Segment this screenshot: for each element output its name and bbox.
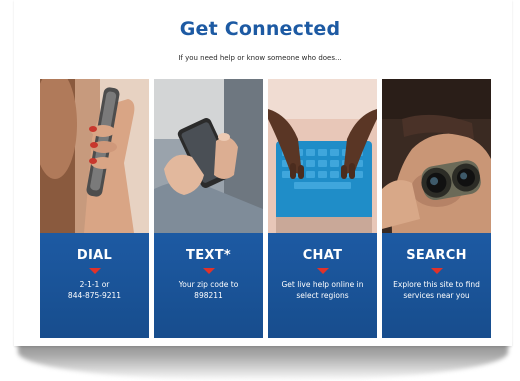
text-info: TEXT* Your zip code to 898211 bbox=[154, 233, 263, 338]
search-info: SEARCH Explore this site to find service… bbox=[382, 233, 491, 338]
triangle-down-icon bbox=[89, 268, 101, 274]
card-desc-line1: 2-1-1 or bbox=[79, 280, 110, 289]
page-subtitle: If you need help or know someone who doe… bbox=[178, 54, 342, 62]
dial-photo bbox=[40, 79, 149, 233]
triangle-down-icon bbox=[317, 268, 329, 274]
card-description: Your zip code to 898211 bbox=[158, 279, 259, 301]
chat-info: CHAT Get live help online in select regi… bbox=[268, 233, 377, 338]
text-photo bbox=[154, 79, 263, 233]
triangle-down-icon bbox=[203, 268, 215, 274]
card-search[interactable]: SEARCH Explore this site to find service… bbox=[382, 79, 491, 338]
card-title: DIAL bbox=[76, 248, 113, 263]
card-desc-line1: Your zip code to bbox=[178, 280, 239, 289]
card-chat[interactable]: CHAT Get live help online in select regi… bbox=[268, 79, 377, 338]
chat-photo bbox=[268, 79, 377, 233]
card-title: TEXT* bbox=[186, 248, 231, 263]
dial-info: DIAL 2-1-1 or 844-875-9211 bbox=[40, 233, 149, 338]
triangle-down-icon bbox=[431, 268, 443, 274]
search-photo bbox=[382, 79, 491, 233]
card-text[interactable]: TEXT* Your zip code to 898211 bbox=[154, 79, 263, 338]
page-title: Get Connected bbox=[179, 18, 341, 40]
card-desc-line2: 898211 bbox=[194, 291, 223, 300]
card-title: SEARCH bbox=[406, 248, 467, 263]
card-desc-line1: Explore this site to find bbox=[393, 280, 480, 289]
panel-shadow bbox=[18, 340, 508, 381]
card-dial[interactable]: DIAL 2-1-1 or 844-875-9211 bbox=[40, 79, 149, 338]
page: Get Connected If you need help or know s… bbox=[0, 0, 520, 381]
card-description: 2-1-1 or 844-875-9211 bbox=[44, 279, 145, 301]
card-title: CHAT bbox=[302, 248, 343, 263]
card-description: Explore this site to find services near … bbox=[386, 279, 487, 301]
card-desc-line2: select regions bbox=[296, 291, 349, 300]
card-desc-line1: Get live help online in bbox=[281, 280, 364, 289]
card-desc-line2: 844-875-9211 bbox=[67, 291, 122, 300]
card-description: Get live help online in select regions bbox=[272, 279, 373, 301]
card-desc-line2: services near you bbox=[403, 291, 470, 300]
